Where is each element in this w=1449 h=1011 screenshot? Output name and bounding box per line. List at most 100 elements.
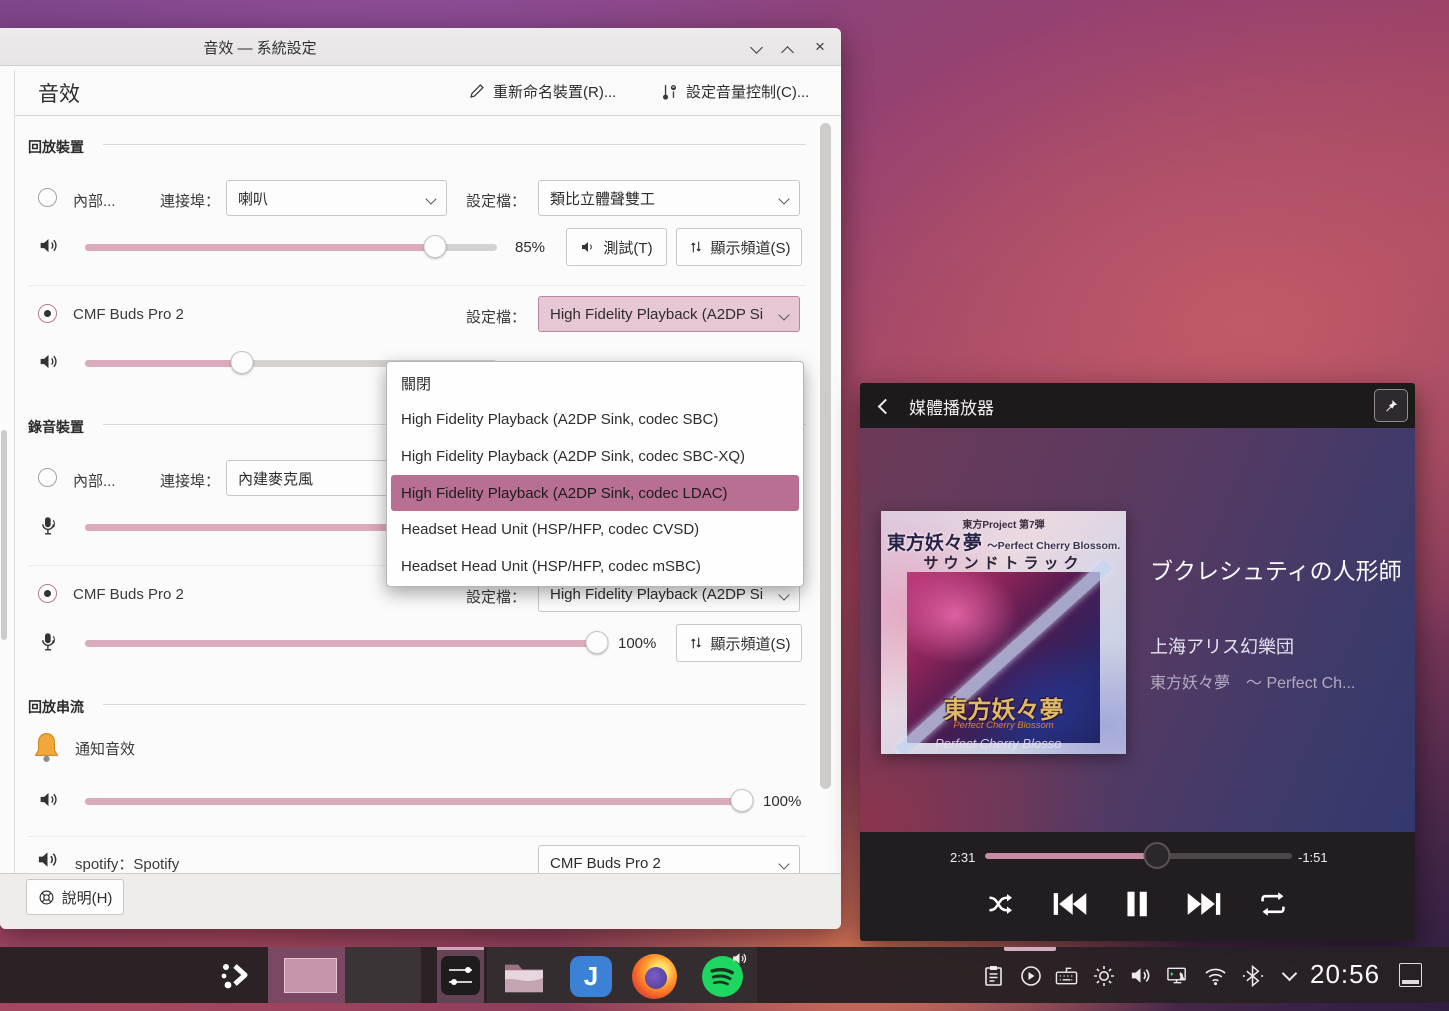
- previous-icon: [1051, 890, 1089, 918]
- pencil-icon: [468, 82, 486, 100]
- virtual-desktop-2[interactable]: [345, 947, 421, 1003]
- next-button[interactable]: [1185, 890, 1223, 918]
- titlebar[interactable]: 音效 — 系統設定 ×: [0, 28, 841, 66]
- j-app-icon: J: [570, 956, 612, 997]
- repeat-icon: [1257, 891, 1289, 917]
- show-desktop-button[interactable]: [1399, 963, 1422, 987]
- media-player-tray-icon[interactable]: [1019, 964, 1042, 987]
- profile-combobox-internal[interactable]: 類比立體聲雙工: [538, 180, 800, 216]
- page-title: 音效: [38, 78, 80, 108]
- port-label: 連接埠：: [160, 470, 220, 491]
- firefox-icon: [632, 954, 677, 999]
- sidebar-scrollbar[interactable]: [1, 430, 7, 640]
- virtual-desktop-1[interactable]: [268, 947, 345, 1003]
- previous-button[interactable]: [1051, 890, 1089, 918]
- test-button[interactable]: 測試(T): [566, 228, 667, 266]
- repeat-button[interactable]: [1257, 891, 1289, 917]
- rename-devices-button[interactable]: 重新命名裝置(R)...: [468, 76, 616, 106]
- chevron-down-icon: [750, 41, 763, 54]
- task-firefox[interactable]: [631, 954, 677, 999]
- pause-button[interactable]: [1123, 889, 1151, 919]
- page-header: 音效 重新命名裝置(R)... 設定音量控制(C)...: [0, 66, 841, 115]
- minimize-button[interactable]: [752, 39, 770, 55]
- pause-icon: [1123, 889, 1151, 919]
- profile-value: 類比立體聲雙工: [550, 188, 655, 209]
- slider-handle[interactable]: [424, 235, 447, 258]
- help-button[interactable]: 說明(H): [26, 879, 124, 915]
- show-channels-button[interactable]: 顯示頻道(S): [676, 228, 802, 266]
- volume-slider-buds-rec[interactable]: [85, 631, 597, 655]
- remaining-time: -1:51: [1298, 850, 1328, 865]
- radio-internal-recording[interactable]: [38, 468, 57, 487]
- volume-slider-internal[interactable]: [85, 235, 497, 259]
- close-button[interactable]: ×: [815, 39, 833, 55]
- folder-icon: [503, 957, 545, 995]
- volume-percent: 85%: [515, 239, 545, 256]
- profile-combobox-buds[interactable]: High Fidelity Playback (A2DP Si: [538, 296, 800, 332]
- slider-handle[interactable]: [586, 631, 609, 654]
- volume-tray-icon[interactable]: [1129, 964, 1152, 987]
- task-file-manager[interactable]: [502, 955, 546, 997]
- volume-settings-icon: [660, 82, 679, 101]
- keyboard-tray-icon[interactable]: [1055, 964, 1078, 987]
- chevron-down-icon: [778, 858, 789, 869]
- speaker-icon: [580, 239, 596, 255]
- task-j-app[interactable]: J: [569, 956, 613, 997]
- tray-expander-button[interactable]: [1278, 964, 1301, 987]
- track-artist: 上海アリス幻樂団: [1150, 633, 1402, 659]
- profile-label: 設定檔：: [466, 190, 526, 211]
- window-scrollbar[interactable]: [820, 123, 831, 789]
- transport-buttons: [860, 874, 1415, 934]
- media-controls: 2:31 -1:51: [860, 832, 1415, 941]
- device-value: CMF Buds Pro 2: [550, 855, 661, 872]
- pin-button[interactable]: [1374, 389, 1408, 422]
- next-icon: [1185, 890, 1223, 918]
- stream-name: 通知音效: [75, 738, 135, 759]
- show-channels-button[interactable]: 顯示頻道(S): [676, 624, 802, 662]
- divider: [28, 285, 806, 286]
- seek-handle[interactable]: [1143, 842, 1170, 869]
- track-album: 東方妖々夢 ～ Perfect Ch...: [1150, 669, 1402, 693]
- radio-internal-playback[interactable]: [38, 188, 57, 207]
- back-button[interactable]: [874, 395, 896, 417]
- desktop: 音效 — 系統設定 × 音效 重新命名裝置(R)... 設定音量控制(C)...…: [0, 0, 1449, 1011]
- help-label: 說明(H): [62, 887, 113, 908]
- media-player-header: 媒體播放器: [860, 383, 1415, 428]
- radio-buds-recording[interactable]: [38, 584, 57, 603]
- wifi-tray-icon[interactable]: [1204, 964, 1227, 987]
- menu-item[interactable]: Headset Head Unit (HSP/HFP, codec mSBC): [391, 548, 799, 585]
- maximize-button[interactable]: [783, 44, 801, 60]
- app-launcher-button[interactable]: [216, 957, 256, 993]
- media-player-title: 媒體播放器: [909, 394, 994, 419]
- profile-dropdown-menu: 關閉 High Fidelity Playback (A2DP Sink, co…: [386, 361, 804, 587]
- menu-item-selected[interactable]: High Fidelity Playback (A2DP Sink, codec…: [391, 475, 799, 512]
- section-rule: [103, 704, 806, 705]
- task-spotify[interactable]: [699, 954, 745, 999]
- shuffle-icon: [987, 891, 1017, 917]
- sidebar-edge: [14, 70, 15, 888]
- menu-item[interactable]: 關閉: [391, 365, 799, 402]
- radio-buds-playback[interactable]: [38, 304, 57, 323]
- slider-handle[interactable]: [230, 351, 253, 374]
- updates-tray-icon[interactable]: [1166, 964, 1189, 987]
- show-channels-label: 顯示頻道(S): [711, 237, 791, 258]
- volume-control-button[interactable]: 設定音量控制(C)...: [660, 76, 809, 106]
- bluetooth-tray-icon[interactable]: [1242, 964, 1265, 987]
- task-systemsettings[interactable]: [437, 947, 484, 1003]
- pin-icon: [1383, 398, 1399, 414]
- seek-slider[interactable]: [985, 848, 1292, 864]
- menu-item[interactable]: Headset Head Unit (HSP/HFP, codec CVSD): [391, 511, 799, 548]
- bell-icon: [30, 730, 63, 767]
- menu-item[interactable]: High Fidelity Playback (A2DP Sink, codec…: [391, 438, 799, 475]
- chevron-up-icon: [781, 46, 794, 59]
- port-combobox[interactable]: 喇叭: [226, 180, 447, 216]
- clock[interactable]: 20:56: [1310, 959, 1380, 990]
- volume-slider-notifications[interactable]: [85, 789, 742, 813]
- shuffle-button[interactable]: [987, 891, 1017, 917]
- clipboard-tray-icon[interactable]: [982, 964, 1005, 987]
- menu-item[interactable]: High Fidelity Playback (A2DP Sink, codec…: [391, 402, 799, 439]
- channels-icon: [688, 239, 704, 255]
- slider-handle[interactable]: [731, 789, 754, 812]
- port-value: 內建麥克風: [238, 468, 313, 489]
- brightness-tray-icon[interactable]: [1092, 964, 1115, 987]
